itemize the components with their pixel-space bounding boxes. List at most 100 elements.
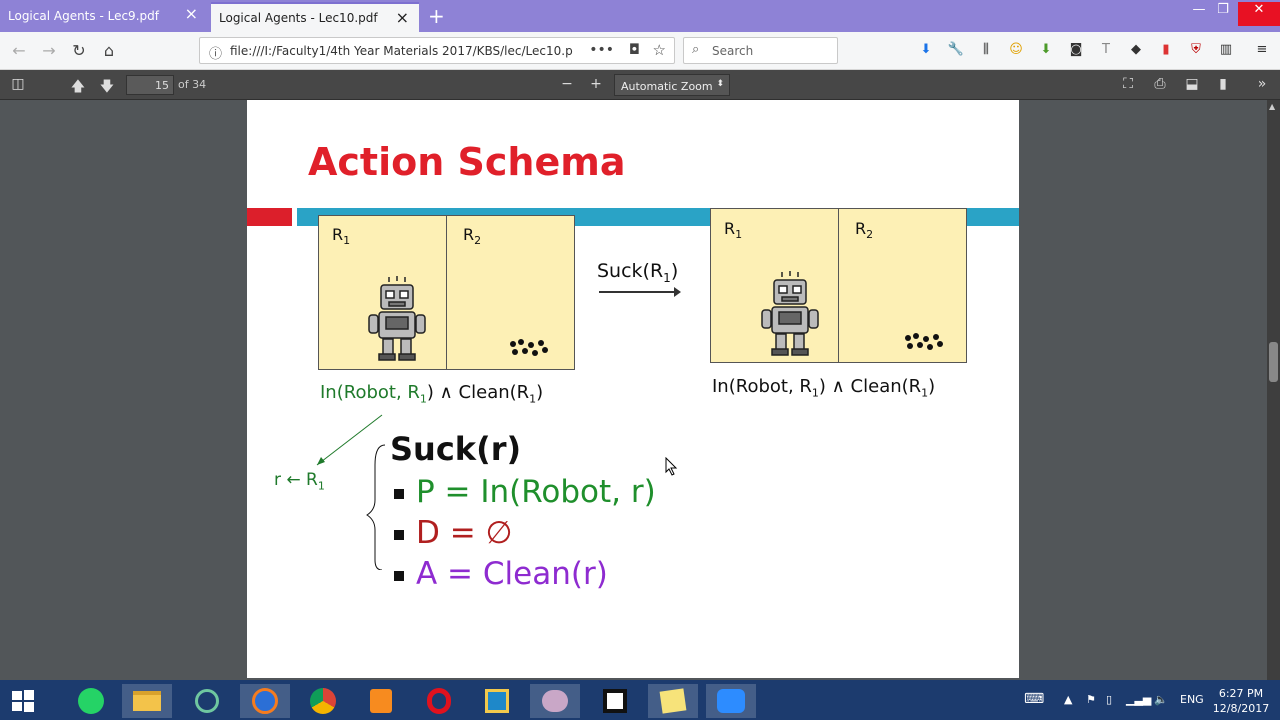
robot-icon [761,271,819,356]
library-icon[interactable]: ⫼ [977,41,995,59]
close-tab-icon[interactable]: × [185,6,198,22]
left-r2-label: R2 [463,225,482,248]
zoom-app-icon[interactable] [706,684,756,718]
page-count: of 34 [178,78,207,91]
zoom-in-icon[interactable]: + [586,76,606,92]
search-icon: ⌕ [692,42,700,57]
scroll-thumb[interactable] [1269,342,1278,382]
fish-icon[interactable]: ◆ [1127,41,1145,59]
sidebar-toggle-icon[interactable]: ◫ [8,76,28,92]
paint-icon[interactable] [530,684,580,718]
chrome-icon[interactable] [298,684,348,718]
pdf-page: Action Schema R1 R2 In(Robot, R1) ∧ Clea… [247,100,1019,678]
substitution-label: r ← R1 [274,470,325,493]
close-window-icon[interactable]: ✕ [1238,2,1280,26]
search-placeholder: Search [712,44,754,58]
save-icon[interactable]: ⬓ [1182,76,1202,92]
navigation-toolbar: ← → ↻ ⌂ ⓘ file:///I:/Faculty1/4th Year M… [0,32,1280,70]
dirt-icon [510,339,548,356]
sticky-notes-icon[interactable] [648,684,698,718]
slide-title: Action Schema [308,140,626,184]
home-icon[interactable]: ⌂ [98,41,120,60]
back-arrow-icon[interactable]: ← [8,41,30,60]
print-icon[interactable]: ⎙ [1150,76,1170,92]
bullet-icon [394,570,404,581]
wrench-icon[interactable]: 🔧 [947,41,965,59]
tab-lec9[interactable]: Logical Agents - Lec9.pdf × [0,0,208,32]
presentation-mode-icon[interactable]: ⛶ [1118,76,1138,92]
keyboard-icon[interactable]: ⌨ [1024,691,1044,707]
bullet-icon [394,488,404,499]
language-indicator[interactable]: ENG [1180,693,1204,706]
forward-arrow-icon[interactable]: → [38,41,60,60]
volume-icon[interactable]: 🔈 [1154,693,1168,706]
sublime-text-icon[interactable] [356,684,406,718]
title-red-bar [247,208,292,226]
hamburger-menu-icon[interactable]: ≡ [1253,41,1271,59]
url-text: file:///I:/Faculty1/4th Year Materials 2… [230,44,573,58]
schema-title: Suck(r) [390,430,522,468]
app-icon[interactable] [472,684,522,718]
camera-icon[interactable]: ◙ [1067,41,1085,59]
address-bar[interactable]: ⓘ file:///I:/Faculty1/4th Year Materials… [199,37,675,64]
zoom-out-icon[interactable]: − [557,76,577,92]
tab-bar: Logical Agents - Lec9.pdf × Logical Agen… [0,0,1280,32]
sidebar-toggle-icon[interactable]: ▥ [1217,41,1235,59]
zoom-select[interactable]: Automatic Zoom ⬍ [614,74,730,96]
intellij-icon[interactable] [590,684,640,718]
text-icon[interactable]: T [1097,41,1115,59]
mouse-cursor-icon [665,457,678,476]
precondition-line: P = In(Robot, r) [394,474,656,510]
emoji-extension-icon[interactable]: ☺ [1007,41,1025,59]
right-r1-label: R1 [724,219,743,242]
page-number-input[interactable]: 15 [126,75,174,95]
close-tab-icon[interactable]: × [396,10,409,26]
opera-icon[interactable] [414,684,464,718]
add-line: A = Clean(r) [394,556,608,592]
bookmark-icon[interactable]: ▮ [1213,76,1233,92]
robot-icon [368,276,426,361]
file-explorer-icon[interactable] [122,684,172,718]
delete-line: D = ∅ [394,515,513,551]
zoom-value: Automatic Zoom [621,80,713,93]
page-actions-icon[interactable]: ••• [585,42,614,58]
download-icon[interactable]: ⬇ [917,41,935,59]
battery-icon[interactable]: ▯ [1106,693,1112,706]
firefox-icon[interactable] [240,684,290,718]
green-arrow-extension-icon[interactable]: ⬇ [1037,41,1055,59]
tab-label: Logical Agents - Lec10.pdf [219,11,378,25]
clock[interactable]: 6:27 PM 12/8/2017 [1212,686,1270,716]
dirt-icon [905,333,943,350]
network-icon[interactable]: ▁▃▅ [1126,693,1151,706]
scrollbar[interactable]: ▲ [1267,100,1280,680]
right-r2-label: R2 [855,219,874,242]
tab-lec10[interactable]: Logical Agents - Lec10.pdf × [211,2,419,32]
search-box[interactable]: ⌕ Search [683,37,838,64]
whatsapp-icon[interactable] [66,684,116,718]
scroll-up-icon[interactable]: ▲ [1269,102,1278,112]
tab-label: Logical Agents - Lec9.pdf [8,9,159,23]
tools-chevron-icon[interactable]: » [1252,76,1272,92]
show-hidden-icons-icon[interactable]: ▲ [1064,693,1072,706]
info-icon[interactable]: ⓘ [209,43,222,62]
next-page-icon[interactable]: 🡇 [97,76,117,100]
bullet-icon [394,529,404,540]
restore-icon[interactable]: ❐ [1208,2,1238,26]
bookmark-star-icon[interactable]: ☆ [653,41,666,59]
windows-start-icon[interactable] [0,684,46,718]
right-state-formula: In(Robot, R1) ∧ Clean(R1) [712,376,936,400]
left-r1-label: R1 [332,225,351,248]
atom-icon[interactable] [182,684,232,718]
red-extension-icon[interactable]: ▮ [1157,41,1175,59]
new-tab-plus-icon[interactable]: + [428,4,445,28]
flag-icon[interactable]: ⚑ [1086,693,1096,706]
transition-arrow [599,287,681,297]
dropdown-arrow-icon: ⬍ [716,79,724,89]
left-state-formula: In(Robot, R1) ∧ Clean(R1) [320,382,544,406]
reload-icon[interactable]: ↻ [68,41,90,60]
pocket-icon[interactable]: ◘ [629,42,640,58]
clock-time: 6:27 PM [1218,687,1264,700]
ublock-shield-icon[interactable]: ⛨ [1187,41,1205,59]
previous-page-icon[interactable]: 🡅 [68,76,88,100]
clock-date: 12/8/2017 [1212,702,1270,715]
